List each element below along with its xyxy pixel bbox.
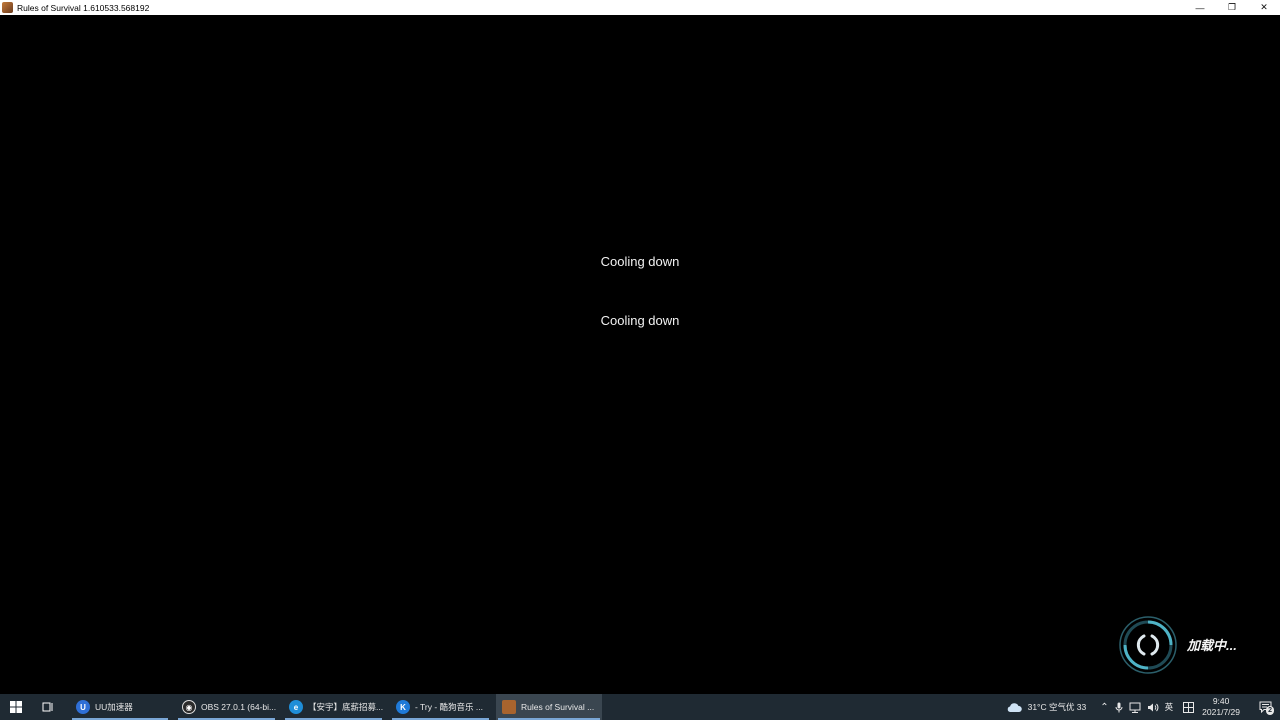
network-icon[interactable]: [1129, 702, 1141, 713]
windows-logo-icon: [10, 701, 22, 713]
taskbar-item-uu-accelerator[interactable]: U UU加速器: [70, 694, 170, 720]
window-controls: — ❐ ✕: [1184, 0, 1280, 15]
window-title: Rules of Survival 1.610533.568192: [17, 2, 150, 13]
system-tray: 31°C 空气优 33 ⌃ 英 9:40 2021/7/29 2: [1000, 694, 1280, 720]
volume-icon[interactable]: [1147, 702, 1159, 713]
minimize-button[interactable]: —: [1184, 0, 1216, 15]
taskbar-item-label: OBS 27.0.1 (64-bi...: [201, 702, 277, 712]
chevron-up-icon[interactable]: ⌃: [1100, 702, 1108, 713]
cloud-weather-icon[interactable]: [1006, 702, 1022, 713]
taskbar-item-kugou-music[interactable]: K - Try - 酷狗音乐 ...: [390, 694, 491, 720]
loading-label: 加载中...: [1187, 638, 1237, 653]
cooling-down-message: Cooling down: [600, 254, 680, 269]
clock-date: 2021/7/29: [1202, 707, 1240, 717]
input-method-indicator[interactable]: 英: [1165, 701, 1174, 713]
loading-spinner-icon: [1119, 616, 1177, 674]
taskbar-item-label: Rules of Survival ...: [521, 702, 595, 712]
windows-taskbar: U UU加速器 ◉ OBS 27.0.1 (64-bi... e 【安宇】底薪招…: [0, 694, 1280, 720]
keyboard-grid-icon[interactable]: [1183, 701, 1195, 713]
system-clock[interactable]: 9:40 2021/7/29: [1202, 696, 1240, 718]
task-view-icon: [42, 702, 53, 712]
taskbar-item-label: - Try - 酷狗音乐 ...: [415, 702, 483, 712]
taskbar-item-label: 【安宇】底薪招募...: [308, 702, 384, 712]
notification-count-badge: 2: [1266, 706, 1274, 715]
clock-time: 9:40: [1212, 696, 1230, 706]
start-button[interactable]: [0, 694, 32, 720]
app-icon: [2, 2, 13, 13]
game-window: Rules of Survival 1.610533.568192 — ❐ ✕ …: [0, 0, 1280, 694]
taskbar-item-edge-browser[interactable]: e 【安宇】底薪招募...: [283, 694, 384, 720]
taskbar-item-obs[interactable]: ◉ OBS 27.0.1 (64-bi...: [176, 694, 277, 720]
taskbar-item-label: UU加速器: [95, 702, 133, 712]
restore-button[interactable]: ❐: [1216, 0, 1248, 15]
window-titlebar[interactable]: Rules of Survival 1.610533.568192 — ❐ ✕: [0, 0, 1280, 15]
game-viewport[interactable]: Cooling down Cooling down 加载中...: [0, 15, 1280, 694]
microphone-icon[interactable]: [1115, 702, 1123, 713]
uu-accelerator-icon: U: [76, 700, 90, 714]
close-button[interactable]: ✕: [1248, 0, 1280, 15]
edge-browser-icon: e: [289, 700, 303, 714]
loading-indicator: 加载中...: [1118, 615, 1248, 675]
obs-icon: ◉: [182, 700, 196, 714]
rules-of-survival-icon: [502, 700, 516, 714]
kugou-music-icon: K: [396, 700, 410, 714]
task-view-button[interactable]: [32, 694, 64, 720]
weather-readout[interactable]: 31°C 空气优 33: [1028, 701, 1087, 713]
taskbar-item-rules-of-survival[interactable]: Rules of Survival ...: [496, 694, 602, 720]
action-center-button[interactable]: 2: [1254, 694, 1276, 720]
cooling-down-message: Cooling down: [600, 313, 680, 328]
